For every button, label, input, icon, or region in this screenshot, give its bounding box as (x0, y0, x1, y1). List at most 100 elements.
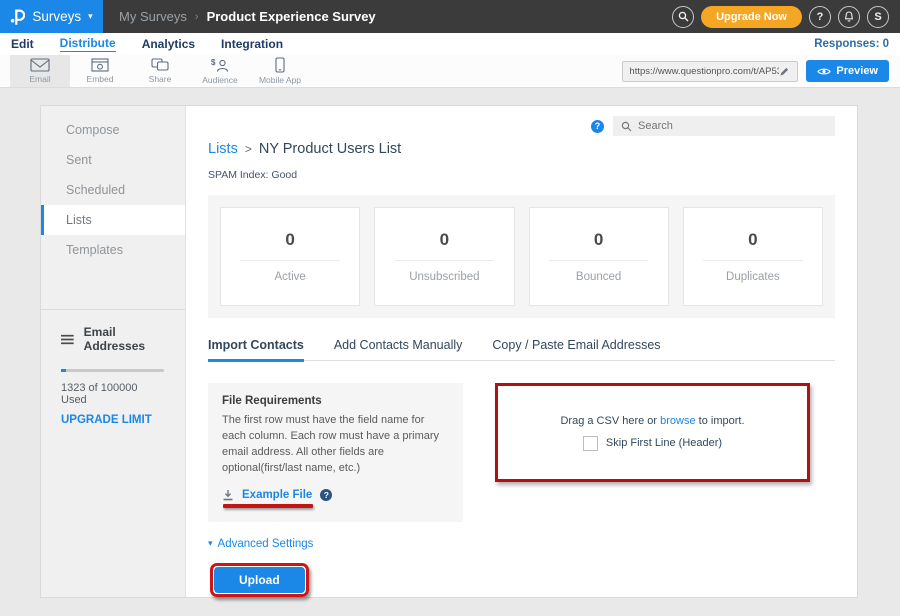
browse-link[interactable]: browse (660, 415, 695, 427)
product-menu-label: Surveys (32, 9, 81, 24)
list-name: NY Product Users List (259, 141, 401, 157)
preview-button[interactable]: Preview (806, 60, 889, 82)
sidebar-item-compose[interactable]: Compose (41, 115, 185, 145)
sidebar-item-templates[interactable]: Templates (41, 235, 185, 265)
responses-count[interactable]: Responses: 0 (814, 38, 889, 50)
content-panel: Compose Sent Scheduled Lists Templates E… (40, 105, 858, 598)
app-screen: Surveys ▾ My Surveys › Product Experienc… (0, 0, 900, 616)
channel-mobile-app[interactable]: Mobile App (250, 55, 310, 87)
search-button[interactable] (672, 6, 694, 28)
avatar[interactable]: S (867, 6, 889, 28)
channel-audience[interactable]: $ Audience (190, 55, 250, 87)
sidebar-item-lists[interactable]: Lists (41, 205, 185, 235)
tab-add-contacts-manually[interactable]: Add Contacts Manually (334, 338, 463, 360)
channel-embed-label: Embed (87, 74, 114, 84)
survey-nav: Edit Distribute Analytics Integration Re… (0, 33, 900, 55)
survey-url-input[interactable] (629, 66, 779, 77)
stat-label: Active (274, 271, 305, 283)
channel-email[interactable]: Email (10, 55, 70, 87)
search-icon (678, 11, 689, 22)
sidebar-item-sent[interactable]: Sent (41, 145, 185, 175)
stat-value: 0 (285, 230, 294, 250)
stat-label: Bounced (576, 271, 621, 283)
channel-share-label: Share (149, 74, 172, 84)
page-title: Product Experience Survey (207, 9, 376, 24)
breadcrumb-lists-link[interactable]: Lists (208, 141, 238, 157)
nav-item-analytics[interactable]: Analytics (142, 37, 195, 51)
tab-import-contacts[interactable]: Import Contacts (208, 338, 304, 360)
channel-embed[interactable]: Embed (70, 55, 130, 87)
usage-text: 1323 of 100000 Used (61, 382, 165, 406)
file-requirements-body: The first row must have the field name f… (222, 413, 449, 477)
breadcrumb-separator: > (245, 142, 252, 156)
breadcrumb-separator: › (195, 11, 199, 23)
download-icon (222, 489, 234, 501)
stat-card-unsubscribed[interactable]: 0 Unsubscribed (374, 207, 514, 306)
list-icon (61, 334, 74, 345)
distribute-toolbar: Email Embed Share $ (0, 55, 900, 88)
nav-item-edit[interactable]: Edit (11, 37, 34, 51)
upload-button[interactable]: Upload (214, 567, 305, 593)
annotation-underline (223, 504, 313, 508)
help-button[interactable]: ? (809, 6, 831, 28)
tab-copy-paste-email-addresses[interactable]: Copy / Paste Email Addresses (492, 338, 660, 360)
annotation-upload-highlight: Upload (210, 563, 309, 597)
topbar-actions: Upgrade Now ? S (672, 6, 900, 28)
example-file-help-icon[interactable]: ? (320, 489, 332, 501)
upgrade-limit-link[interactable]: UPGRADE LIMIT (61, 414, 165, 426)
dropzone-text-after: to import. (699, 415, 745, 427)
survey-url-box (622, 61, 798, 82)
channel-share[interactable]: Share (130, 55, 190, 87)
channel-mobile-app-label: Mobile App (259, 75, 301, 85)
search-row: ? (208, 116, 835, 136)
breadcrumb: My Surveys › Product Experience Survey (119, 9, 376, 24)
spam-index: SPAM Index: Good (208, 169, 835, 181)
contacts-tabs: Import Contacts Add Contacts Manually Co… (208, 338, 835, 361)
search-input[interactable] (638, 120, 818, 132)
email-icon (30, 58, 50, 72)
file-requirements-box: File Requirements The first row must hav… (208, 383, 463, 522)
top-navbar: Surveys ▾ My Surveys › Product Experienc… (0, 0, 900, 33)
bell-icon (843, 11, 855, 23)
share-icon (151, 58, 169, 72)
advanced-settings-toggle[interactable]: ▾ Advanced Settings (208, 538, 835, 550)
stat-label: Duplicates (726, 271, 780, 283)
product-menu[interactable]: Surveys ▾ (0, 0, 103, 33)
nav-item-distribute[interactable]: Distribute (60, 36, 116, 52)
breadcrumb-my-surveys[interactable]: My Surveys (119, 9, 187, 24)
edit-url-icon[interactable] (779, 66, 790, 77)
stat-value: 0 (440, 230, 449, 250)
mobile-app-icon (275, 57, 285, 73)
dropzone-text-before: Drag a CSV here or (560, 415, 657, 427)
skip-first-line-checkbox[interactable] (583, 436, 598, 451)
contact-search-box (613, 116, 835, 136)
example-file-label: Example File (242, 489, 312, 501)
stat-card-active[interactable]: 0 Active (220, 207, 360, 306)
questionpro-logo-icon (10, 8, 25, 26)
import-contacts-panel: File Requirements The first row must hav… (208, 383, 835, 522)
chevron-down-icon: ▾ (88, 11, 93, 22)
stat-value: 0 (748, 230, 757, 250)
dropzone-text: Drag a CSV here or browse to import. (560, 415, 744, 427)
nav-item-integration[interactable]: Integration (221, 37, 283, 51)
svg-text:$: $ (211, 58, 216, 67)
sidebar-item-scheduled[interactable]: Scheduled (41, 175, 185, 205)
search-icon (621, 121, 632, 132)
notifications-button[interactable] (838, 6, 860, 28)
stat-value: 0 (594, 230, 603, 250)
csv-dropzone[interactable]: Drag a CSV here or browse to import. Ski… (495, 383, 810, 482)
channel-email-label: Email (29, 74, 50, 84)
upgrade-now-button[interactable]: Upgrade Now (701, 6, 802, 28)
email-addresses-section: Email Addresses 1323 of 100000 Used UPGR… (41, 310, 185, 441)
help-icon[interactable]: ? (591, 120, 604, 133)
skip-first-line-row: Skip First Line (Header) (583, 436, 722, 451)
stat-card-duplicates[interactable]: 0 Duplicates (683, 207, 823, 306)
list-detail-main: ? Lists > NY Product Users List SPAM Ind… (186, 106, 857, 597)
email-addresses-title: Email Addresses (84, 325, 165, 353)
advanced-settings-label: Advanced Settings (218, 538, 314, 550)
skip-first-line-label: Skip First Line (Header) (606, 437, 722, 449)
file-requirements-title: File Requirements (222, 395, 449, 407)
stat-card-bounced[interactable]: 0 Bounced (529, 207, 669, 306)
example-file-link[interactable]: Example File ? (222, 489, 449, 501)
stat-label: Unsubscribed (409, 271, 479, 283)
